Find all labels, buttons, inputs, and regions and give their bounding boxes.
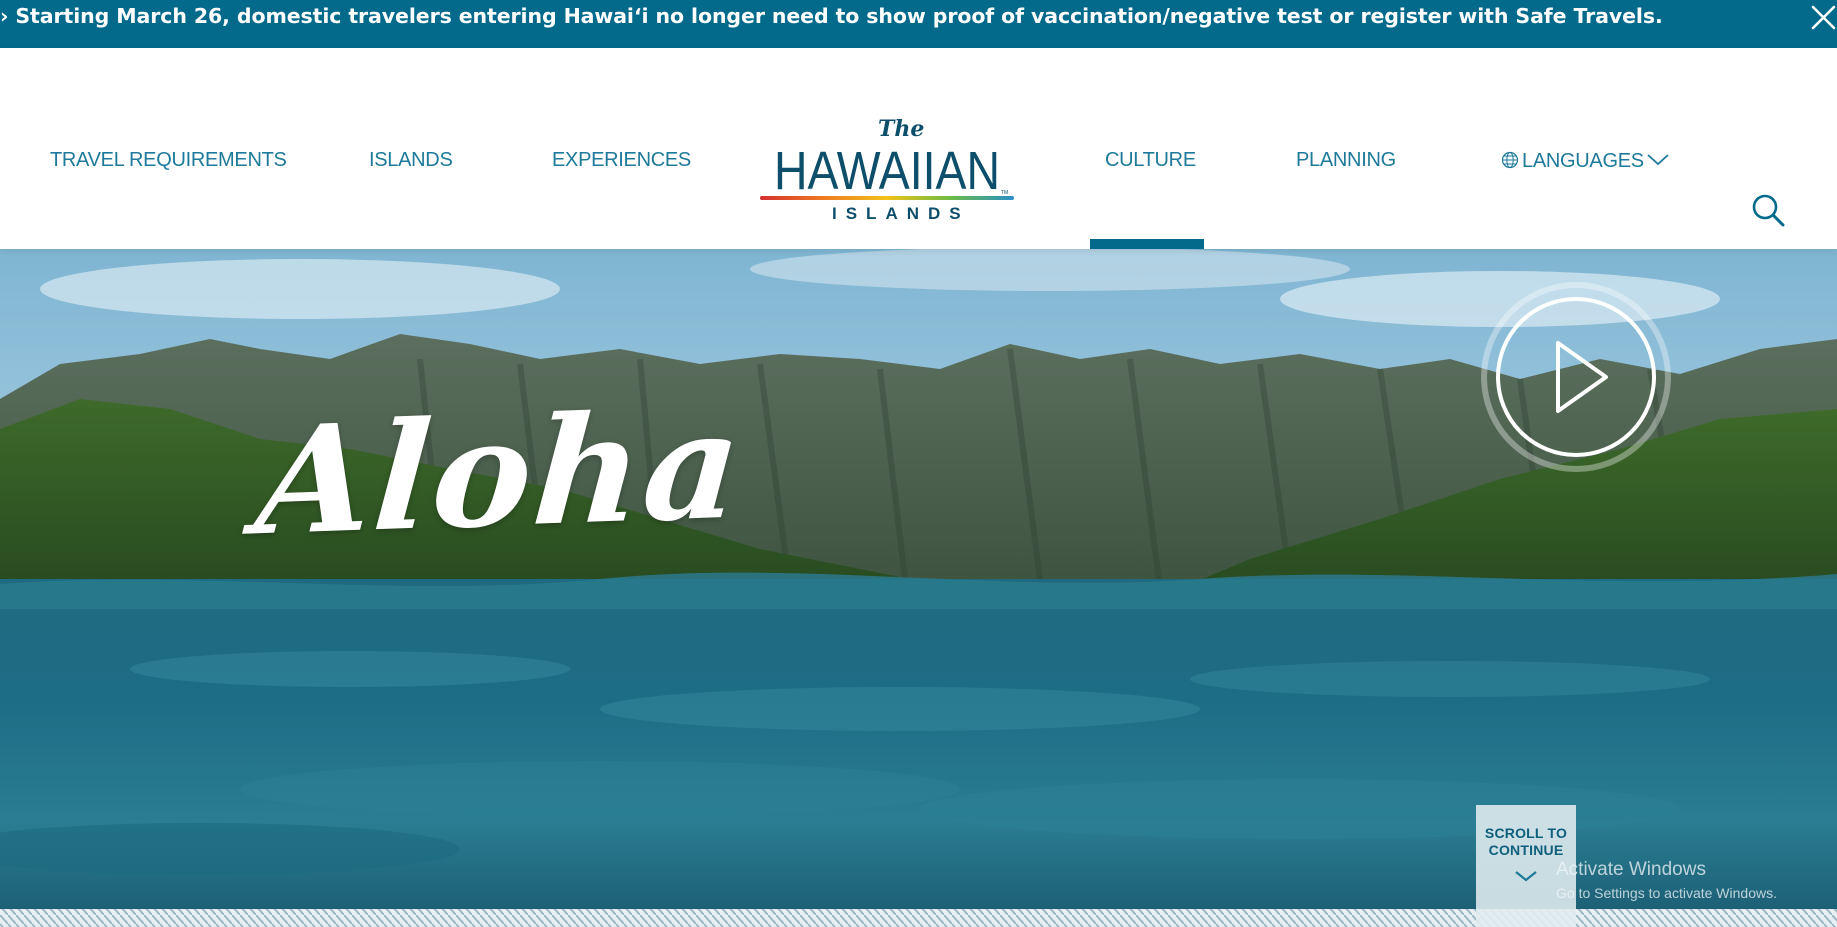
watermark-subtitle: Go to Settings to activate Windows. [1556,885,1777,901]
scroll-label: SCROLL TO CONTINUE [1484,825,1568,858]
search-icon[interactable] [1750,192,1786,228]
nav-culture[interactable]: CULTURE [1105,150,1196,170]
site-header: TRAVEL REQUIREMENTS ISLANDS EXPERIENCES … [0,48,1837,249]
nav-islands[interactable]: ISLANDS [369,150,453,170]
alert-banner: › Starting March 26, domestic travelers … [0,0,1837,48]
chevron-down-icon [1647,150,1669,170]
alert-message[interactable]: › Starting March 26, domestic travelers … [0,4,1663,28]
hero-section: Aloha SCROLL TO CONTINUE Activate Window… [0,249,1837,927]
nav-experiences[interactable]: EXPERIENCES [552,150,691,170]
hero-headline: Aloha [251,377,749,569]
nav-planning[interactable]: PLANNING [1296,150,1396,170]
logo-tm: TM [1001,190,1008,196]
windows-activation-watermark: Activate Windows Go to Settings to activ… [1556,859,1777,902]
nav-languages[interactable]: LANGUAGES [1501,150,1669,173]
globe-icon [1501,151,1519,173]
logo-hawaiian: HAWAIIAN [774,141,1000,201]
watermark-title: Activate Windows [1556,859,1706,880]
logo-the: The [878,116,924,142]
play-icon[interactable] [1480,281,1672,473]
close-icon[interactable] [1807,4,1837,32]
logo-islands: ISLANDS [832,204,970,220]
hawaiian-islands-logo[interactable]: The HAWAIIAN ISLANDS TM [760,116,1016,223]
nav-languages-label: LANGUAGES [1522,150,1644,172]
nav-travel-requirements[interactable]: TRAVEL REQUIREMENTS [50,150,287,170]
nav-active-indicator [1090,239,1204,249]
